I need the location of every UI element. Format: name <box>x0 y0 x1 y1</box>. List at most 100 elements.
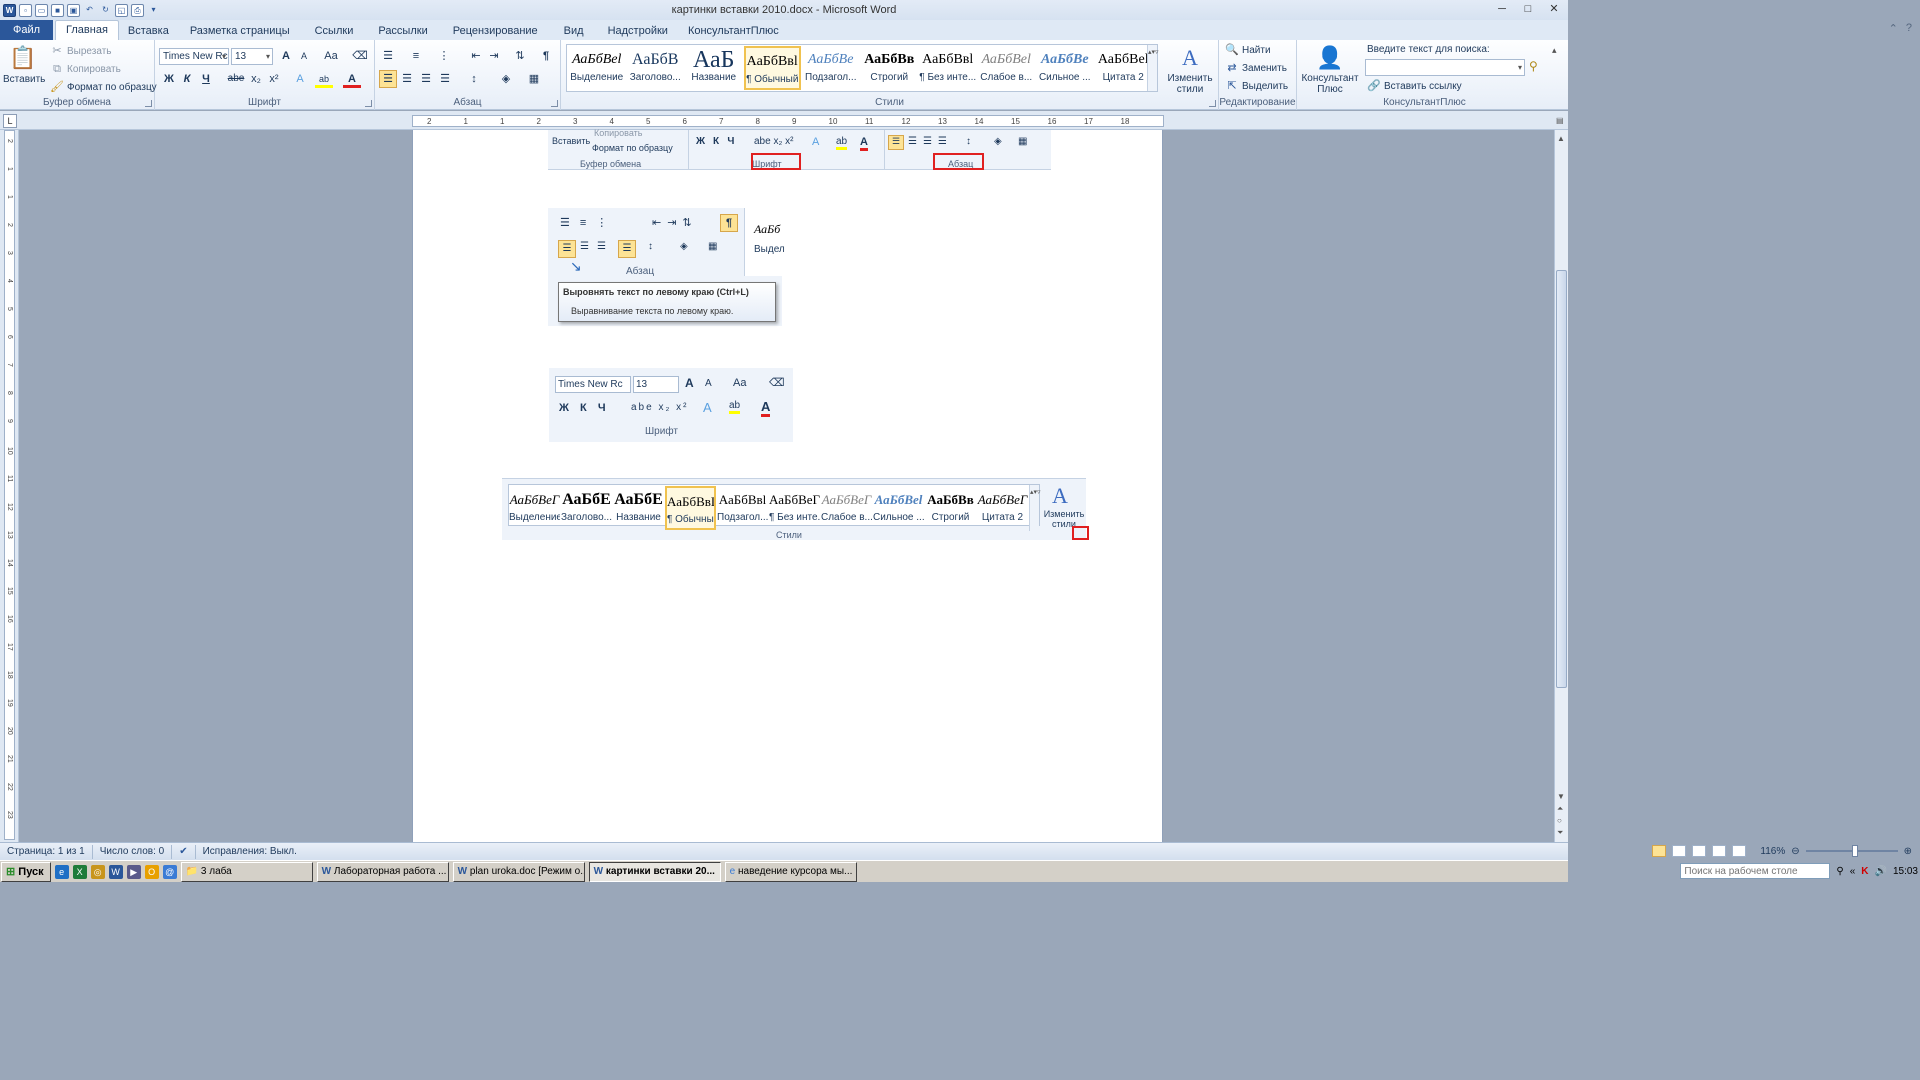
consultantplus-button[interactable]: 👤 Консультант Плюс <box>1301 43 1359 95</box>
change-styles-button[interactable]: A Изменить стили <box>1165 43 1215 95</box>
tab-page-layout[interactable]: Разметка страницы <box>178 22 302 40</box>
shrink-font-button[interactable]: A <box>295 47 313 65</box>
open-icon[interactable]: ▭ <box>35 3 48 17</box>
font-size-select[interactable]: 13 <box>231 48 273 65</box>
bold-button[interactable]: Ж <box>160 70 178 88</box>
img4-style-8[interactable]: АаБбВв Строгий <box>925 486 976 530</box>
tab-review[interactable]: Рецензирование <box>440 22 551 40</box>
clear-formatting-icon[interactable]: ⌫ <box>351 47 369 65</box>
ribbon-collapse-icon[interactable]: ▴ <box>1552 45 1557 56</box>
select-button[interactable]: ⇱ Выделить <box>1225 79 1288 93</box>
task-lab-doc[interactable]: W Лабораторная работа ... <box>316 861 449 882</box>
ribbon-style-5[interactable]: АаБбВв Строгий <box>861 46 919 90</box>
print-preview-icon[interactable]: ◱ <box>115 3 128 17</box>
ribbon-style-2[interactable]: АаБ Название <box>685 46 743 90</box>
zoom-slider[interactable] <box>1805 845 1898 857</box>
ribbon-style-0[interactable]: АаБбВеl Выделение <box>568 46 626 90</box>
customize-qat-icon[interactable]: ▾ <box>147 4 160 17</box>
track-changes-status[interactable]: Исправления: Выкл. <box>196 845 304 859</box>
page-count[interactable]: Страница: 1 из 1 <box>0 844 93 859</box>
tab-references[interactable]: Ссылки <box>302 22 367 40</box>
start-button[interactable]: ⊞ Пуск <box>1 861 51 882</box>
tab-addins[interactable]: Надстройки <box>597 22 679 40</box>
excel-icon[interactable]: X <box>72 864 87 879</box>
img4-style-0[interactable]: АаБбВеГ Выделение <box>509 486 560 530</box>
img4-style-7[interactable]: АаБбВеl Сильное ... <box>873 486 924 530</box>
new-document-icon[interactable]: ▫ <box>19 3 32 17</box>
ruler-toggle-icon[interactable]: ▤ <box>1556 116 1568 128</box>
close-button[interactable]: ✕ <box>1546 2 1562 16</box>
ribbon-style-8[interactable]: АаБбВе Сильное ... <box>1036 46 1094 90</box>
copy-button[interactable]: ⧉ Копировать <box>50 62 121 76</box>
full-screen-view-icon[interactable] <box>1672 845 1687 857</box>
img4-style-3[interactable]: АаБбВвГ ¶ Обычный <box>665 486 716 530</box>
justify-icon[interactable]: ☰ <box>436 70 454 88</box>
increase-indent-icon[interactable]: ⇥ <box>485 47 503 65</box>
styles-gallery[interactable]: АаБбВеl Выделение АаБбВ Заголово... АаБ Назва… <box>566 44 1159 92</box>
zoom-out-icon[interactable]: ⊖ <box>1791 846 1799 857</box>
minimize-ribbon-icon[interactable]: ⌃ <box>1889 22 1898 35</box>
word-logo-icon[interactable]: W <box>3 3 16 17</box>
scroll-up-icon[interactable]: ▲ <box>1557 134 1565 143</box>
outline-view-icon[interactable] <box>1712 845 1727 857</box>
proofing-icon[interactable]: ✔ <box>172 844 196 859</box>
superscript-button[interactable]: x² <box>265 70 283 88</box>
tab-insert[interactable]: Вставка <box>119 22 178 40</box>
font-launcher-icon[interactable] <box>365 100 372 107</box>
outlook-icon[interactable]: O <box>144 864 159 879</box>
task-folder[interactable]: 📁 3 лаба <box>180 861 313 882</box>
ribbon-style-3[interactable]: АаБбВвl ¶ Обычный <box>743 46 801 90</box>
volume-icon[interactable]: 🔊 <box>1875 866 1887 877</box>
tab-file[interactable]: Файл <box>0 20 54 40</box>
align-left-icon[interactable]: ☰ <box>379 70 397 88</box>
highlight-button[interactable]: ab <box>315 70 333 88</box>
consultant-search-input[interactable] <box>1365 59 1525 76</box>
ribbon-style-6[interactable]: АаБбВвl ¶ Без инте... <box>919 46 977 90</box>
italic-button[interactable]: К <box>178 70 196 88</box>
document-page[interactable]: Вставить Копировать Формат по образцу Бу… <box>412 128 1163 842</box>
ribbon-style-9[interactable]: АаБбВеl Цитата 2 <box>1095 46 1153 90</box>
styles-launcher-icon[interactable] <box>1209 100 1216 107</box>
zoom-slider-knob[interactable] <box>1851 845 1858 857</box>
word-count[interactable]: Число слов: 0 <box>93 844 173 859</box>
word-icon[interactable]: W <box>108 864 123 879</box>
show-marks-button[interactable]: ¶ <box>537 47 555 65</box>
replace-button[interactable]: ⇄ Заменить <box>1225 61 1287 75</box>
scroll-thumb[interactable] <box>1556 270 1567 688</box>
shading-icon[interactable]: ◈ <box>497 70 515 88</box>
img4-style-9[interactable]: АаБбВеГ Цитата 2 <box>977 486 1028 530</box>
numbering-icon[interactable]: ≡ <box>407 47 425 65</box>
next-page-icon[interactable]: ⏷ <box>1557 828 1563 838</box>
img4-style-4[interactable]: АаБбВвl Подзагол... <box>717 486 768 530</box>
tab-view[interactable]: Вид <box>551 22 597 40</box>
tab-home[interactable]: Главная <box>55 20 119 40</box>
media-icon[interactable]: ▶ <box>126 864 141 879</box>
decrease-indent-icon[interactable]: ⇤ <box>467 47 485 65</box>
align-right-icon[interactable]: ☰ <box>417 70 435 88</box>
gallery-more-icon[interactable]: ▴▾▿ <box>1147 45 1159 91</box>
tab-mailings[interactable]: Рассылки <box>366 22 439 40</box>
find-button[interactable]: 🔍 Найти <box>1225 43 1270 57</box>
scroll-down-icon[interactable]: ▼ <box>1557 792 1565 801</box>
tab-consultantplus[interactable]: КонсультантПлюс <box>679 22 788 40</box>
desktop-search-input[interactable] <box>1680 863 1831 879</box>
ie-icon[interactable]: e <box>54 864 69 879</box>
ribbon-style-1[interactable]: АаБбВ Заголово... <box>627 46 685 90</box>
undo-icon[interactable]: ↶ <box>83 4 96 17</box>
borders-icon[interactable]: ▦ <box>525 70 543 88</box>
img4-style-6[interactable]: АаБбВеГ Слабое в... <box>821 486 872 530</box>
web-layout-view-icon[interactable] <box>1692 845 1707 857</box>
format-painter-button[interactable]: 🖌 Формат по образцу <box>50 80 157 94</box>
zoom-level[interactable]: 116% <box>1760 846 1785 857</box>
line-spacing-icon[interactable]: ↕ <box>465 70 483 88</box>
minimize-button[interactable]: ─ <box>1494 2 1510 16</box>
browse-object-icon[interactable]: ○ <box>1557 816 1562 825</box>
save-as-icon[interactable]: ▣ <box>67 3 80 17</box>
bullets-icon[interactable]: ☰ <box>379 47 397 65</box>
save-icon[interactable]: ■ <box>51 3 64 17</box>
font-family-select[interactable]: Times New Rc <box>159 48 229 65</box>
explorer-icon[interactable]: ◎ <box>90 864 105 879</box>
prev-page-icon[interactable]: ⏶ <box>1557 804 1563 814</box>
strikethrough-button[interactable]: abe <box>225 70 247 88</box>
ribbon-style-4[interactable]: АаБбВе Подзагол... <box>802 46 860 90</box>
